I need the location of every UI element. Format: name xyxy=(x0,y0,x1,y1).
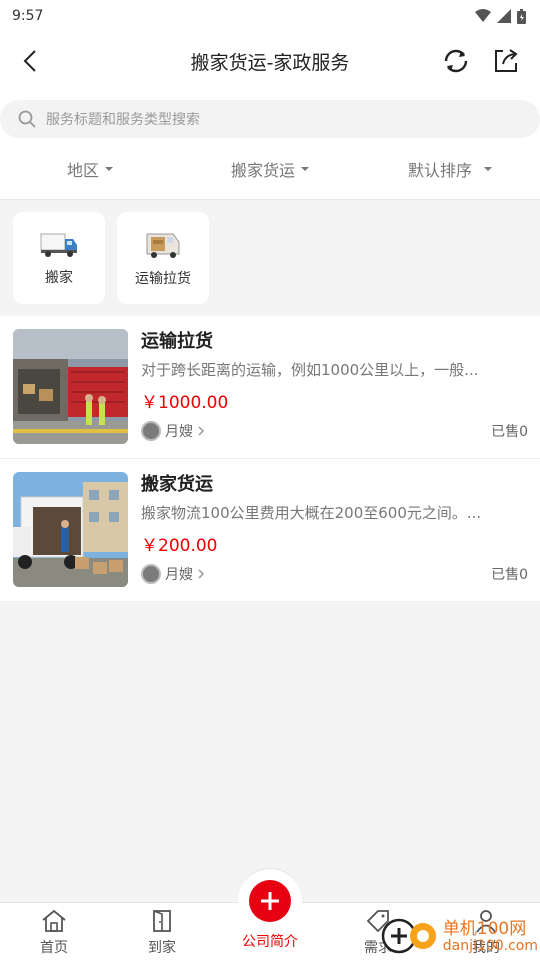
header-actions xyxy=(440,45,522,77)
service-footer: 月嫂 已售0 xyxy=(141,421,528,441)
avatar xyxy=(141,564,161,584)
shop-name: 月嫂 xyxy=(165,424,193,440)
sold-count: 已售0 xyxy=(491,567,528,583)
service-title: 搬家货运 xyxy=(141,474,213,495)
shop-name: 月嫂 xyxy=(165,567,193,583)
category-tiles: 搬家 运输拉货 xyxy=(0,200,540,316)
list-item[interactable]: 运输拉货 对于跨长距离的运输，例如1000公里以上，一般... ￥1000.00… xyxy=(0,316,540,459)
status-icons xyxy=(475,8,526,24)
service-info: 运输拉货 对于跨长距离的运输，例如1000公里以上，一般... ￥1000.00… xyxy=(141,329,528,445)
category-label: 运输拉货 xyxy=(135,271,191,287)
app-header: 搬家货运-家政服务 xyxy=(0,32,540,90)
center-add-button[interactable] xyxy=(238,868,302,932)
chevron-left-icon xyxy=(23,50,36,72)
search-area: 服务标题和服务类型搜索 xyxy=(0,90,540,138)
tab-label: 首页 xyxy=(40,940,68,956)
watermark: 单机100网 danji100.com xyxy=(381,916,538,956)
truck-icon xyxy=(40,233,77,257)
avatar xyxy=(141,421,161,441)
caret-down-icon xyxy=(105,166,113,171)
shop-link[interactable]: 月嫂 xyxy=(141,421,205,441)
filter-label: 搬家货运 xyxy=(230,160,295,180)
status-bar: 9:57 xyxy=(0,0,540,32)
category-transport[interactable]: 运输拉货 xyxy=(117,212,209,304)
search-placeholder: 服务标题和服务类型搜索 xyxy=(46,112,200,128)
fab-circle xyxy=(249,879,291,922)
service-thumbnail xyxy=(13,472,128,587)
van-icon xyxy=(146,233,180,258)
filter-bar: 地区 搬家货运 默认排序 xyxy=(0,138,540,200)
filter-category[interactable]: 搬家货运 xyxy=(180,157,360,181)
wifi-icon xyxy=(475,9,491,22)
status-time: 9:57 xyxy=(12,8,44,24)
category-moving[interactable]: 搬家 xyxy=(13,212,105,304)
battery-icon xyxy=(517,8,526,24)
service-description: 搬家物流100公里费用大概在200至600元之间。... xyxy=(141,504,482,522)
watermark-logo-icon xyxy=(381,918,436,954)
search-icon xyxy=(18,110,36,128)
tab-daojia[interactable]: 到家 xyxy=(108,903,216,960)
service-info: 搬家货运 搬家物流100公里费用大概在200至600元之间。... ￥200.0… xyxy=(141,472,528,588)
service-footer: 月嫂 已售0 xyxy=(141,564,528,584)
chevron-right-icon xyxy=(198,426,205,436)
service-title: 运输拉货 xyxy=(141,331,213,352)
category-label: 搬家 xyxy=(45,270,73,286)
share-icon xyxy=(495,49,518,72)
home-icon xyxy=(42,909,66,932)
back-button[interactable] xyxy=(14,45,46,77)
door-icon xyxy=(153,910,171,932)
list-item[interactable]: 搬家货运 搬家物流100公里费用大概在200至600元之间。... ￥200.0… xyxy=(0,459,540,602)
chevron-right-icon xyxy=(198,569,205,579)
filter-region[interactable]: 地区 xyxy=(0,157,180,181)
service-list: 运输拉货 对于跨长距离的运输，例如1000公里以上，一般... ￥1000.00… xyxy=(0,316,540,602)
refresh-icon xyxy=(444,49,468,73)
service-price: ￥200.00 xyxy=(141,536,218,556)
watermark-line2: danji100.com xyxy=(442,937,538,954)
refresh-button[interactable] xyxy=(440,45,472,77)
share-button[interactable] xyxy=(490,45,522,77)
filter-label: 默认排序 xyxy=(407,160,472,180)
search-input[interactable]: 服务标题和服务类型搜索 xyxy=(0,100,540,138)
service-thumbnail xyxy=(13,329,128,444)
shop-link[interactable]: 月嫂 xyxy=(141,564,205,584)
filter-sort[interactable]: 默认排序 xyxy=(360,157,540,181)
caret-down-icon xyxy=(484,166,492,171)
plus-icon xyxy=(261,891,279,910)
service-description: 对于跨长距离的运输，例如1000公里以上，一般... xyxy=(141,361,479,379)
tab-home[interactable]: 首页 xyxy=(0,903,108,960)
sold-count: 已售0 xyxy=(491,424,528,440)
tab-label: 公司简介 xyxy=(242,934,298,950)
caret-down-icon xyxy=(301,166,309,171)
filter-label: 地区 xyxy=(66,160,99,180)
tab-label: 到家 xyxy=(148,940,176,956)
signal-icon xyxy=(497,9,511,23)
watermark-line1: 单机100网 xyxy=(442,918,527,939)
watermark-text: 单机100网 danji100.com xyxy=(443,919,538,954)
service-price: ￥1000.00 xyxy=(141,393,229,413)
